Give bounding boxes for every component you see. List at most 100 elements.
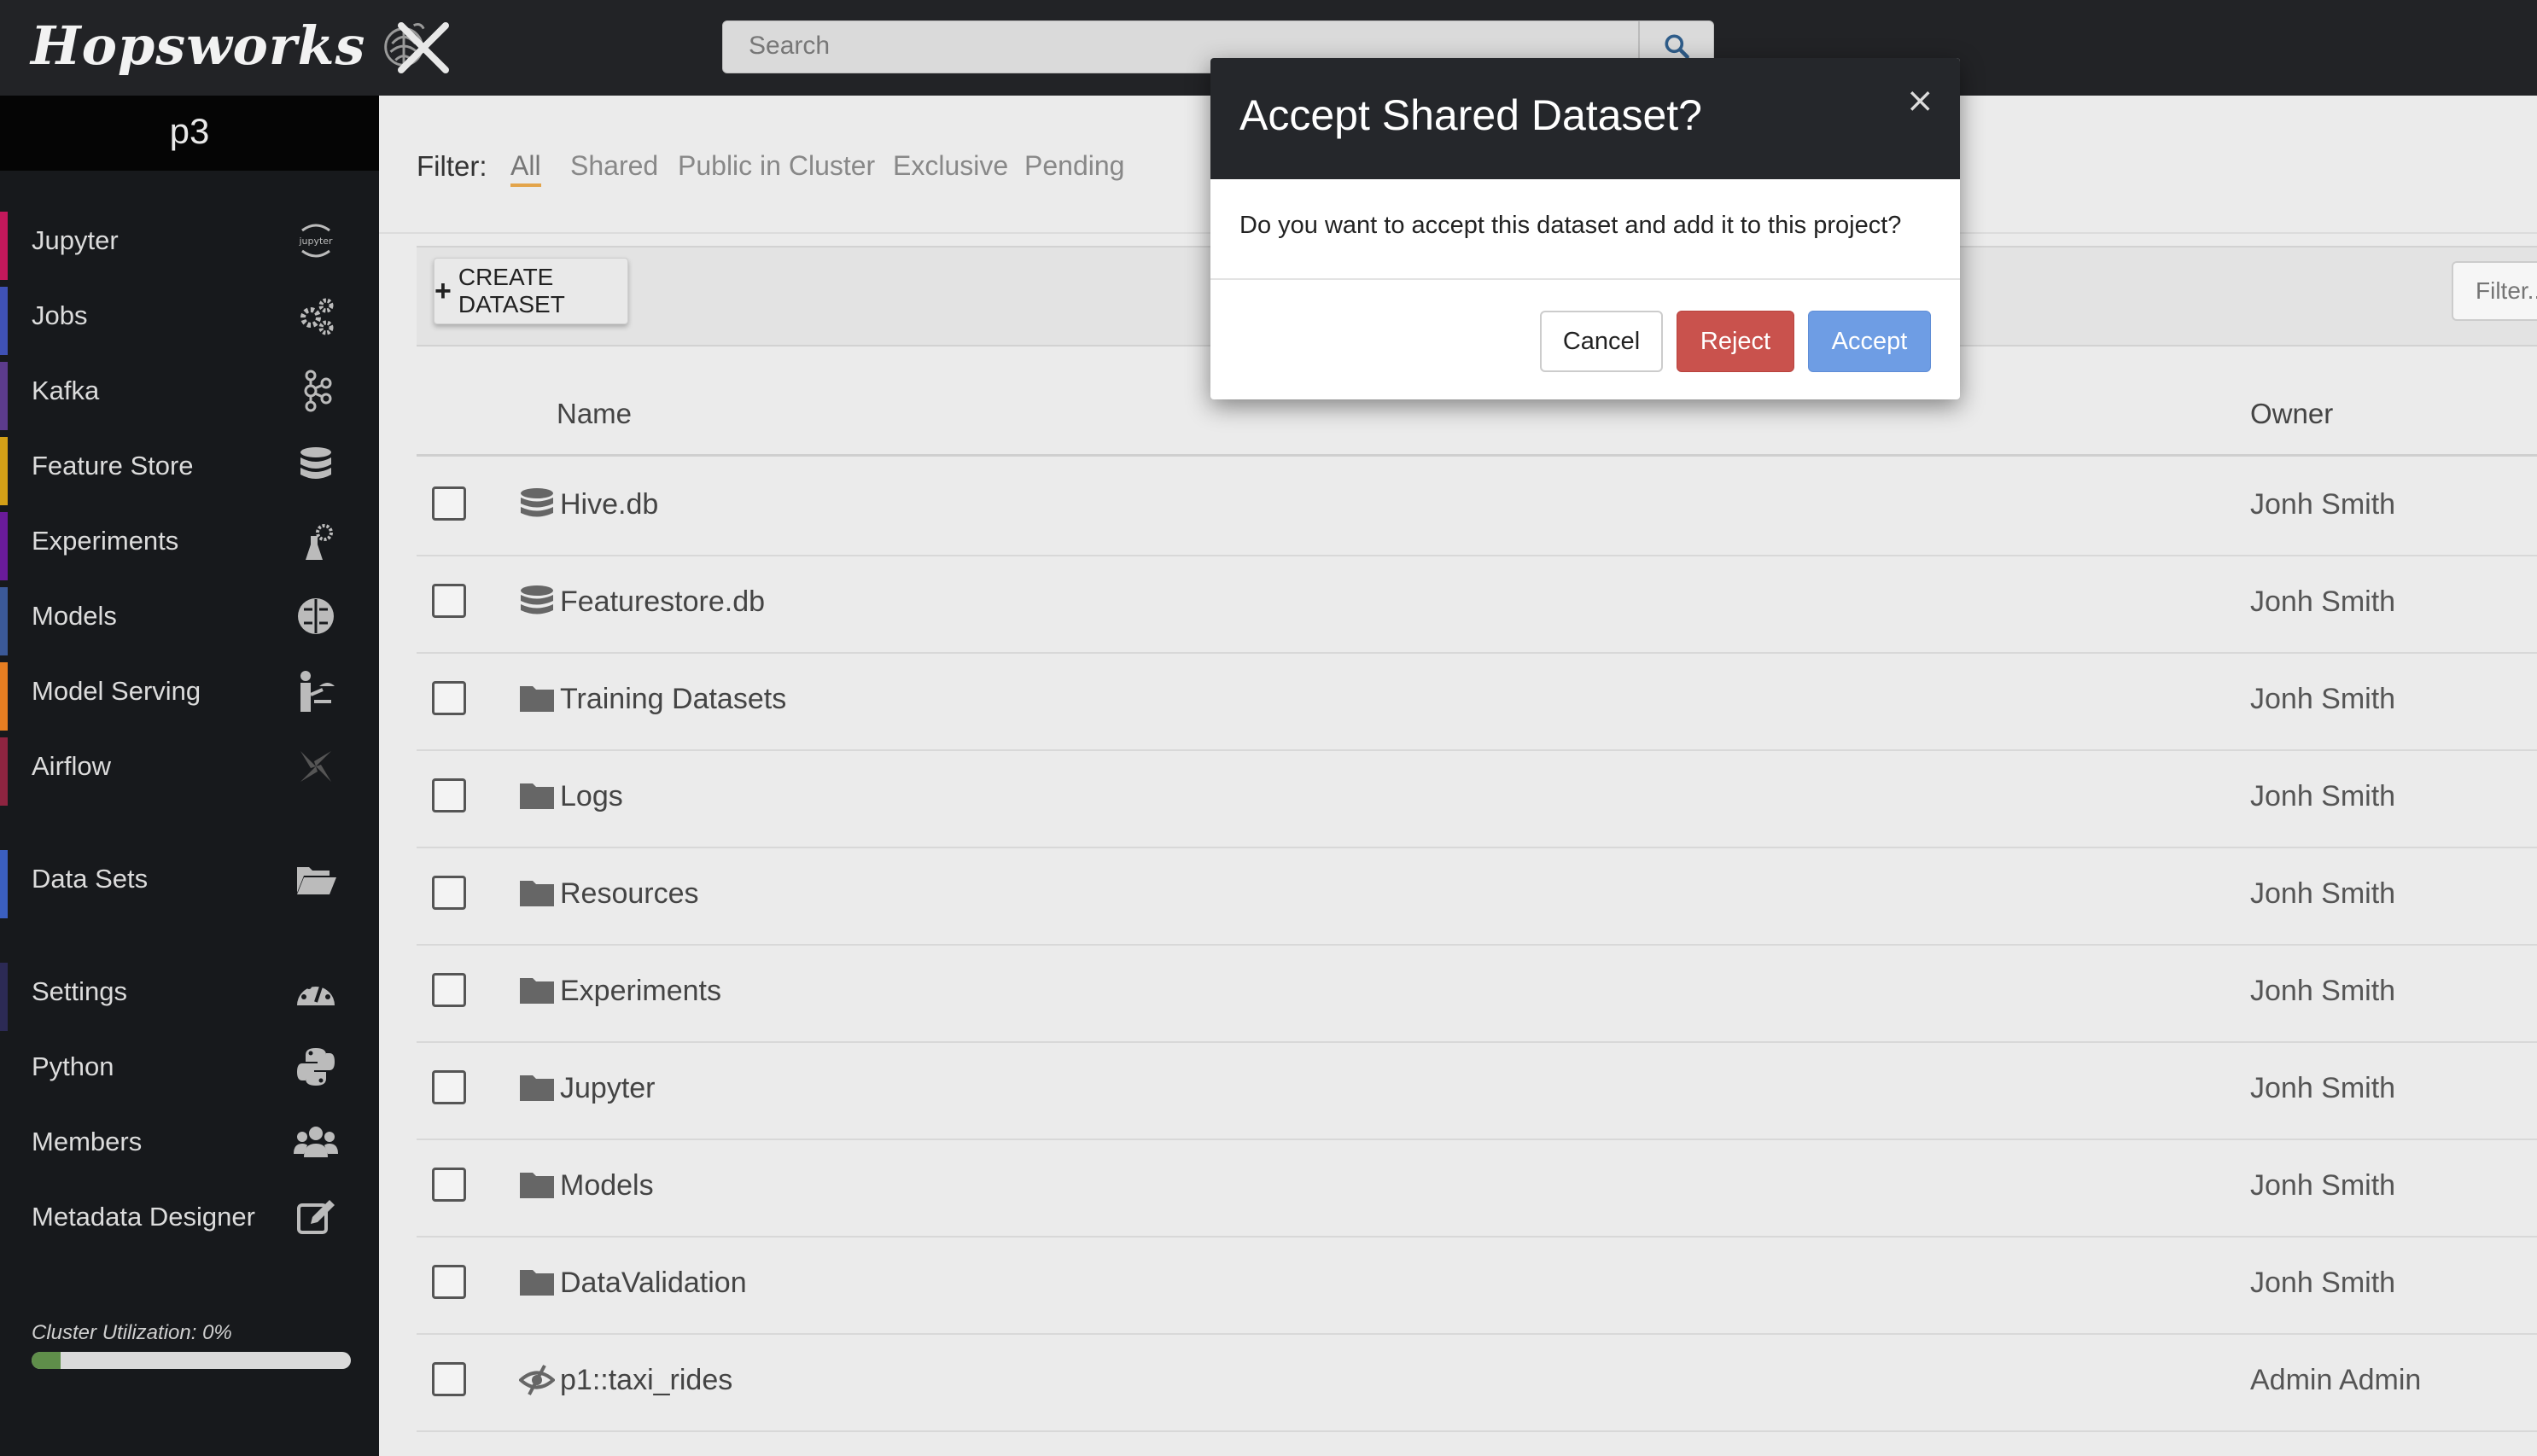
create-dataset-button[interactable]: + CREATE DATASET xyxy=(434,258,628,324)
table-row[interactable]: Jupyter Jonh Smith xyxy=(417,1041,2537,1140)
sidebar-item-jupyter[interactable]: Jupyter jupyter xyxy=(0,208,379,280)
project-name[interactable]: p3 xyxy=(0,96,379,171)
row-checkbox[interactable] xyxy=(432,778,466,812)
sidebar-item-metadata-designer[interactable]: Metadata Designer xyxy=(0,1185,379,1256)
svg-text:jupyter: jupyter xyxy=(298,236,333,247)
table-row[interactable]: Training Datasets Jonh Smith xyxy=(417,652,2537,751)
row-checkbox[interactable] xyxy=(432,1070,466,1104)
sidebar-item-kafka[interactable]: Kafka xyxy=(0,358,379,430)
users-icon xyxy=(290,1116,341,1168)
table-row[interactable]: Experiments Jonh Smith xyxy=(417,944,2537,1043)
filter-public-in-cluster[interactable]: Public in Cluster xyxy=(678,150,875,182)
sidebar-item-models[interactable]: Models xyxy=(0,584,379,655)
folder-open-icon xyxy=(290,853,341,905)
close-icon[interactable]: × xyxy=(1905,84,1934,118)
cancel-button[interactable]: Cancel xyxy=(1540,311,1663,372)
folder-icon xyxy=(520,978,554,1004)
cluster-utilization-bar xyxy=(32,1352,351,1369)
filter-exclusive[interactable]: Exclusive xyxy=(893,150,1008,182)
sidebar-item-python[interactable]: Python xyxy=(0,1034,379,1106)
sidebar-item-label: Members xyxy=(32,1127,143,1156)
dataset-owner: Admin Admin xyxy=(2250,1364,2422,1396)
sidebar-item-label: Metadata Designer xyxy=(32,1202,255,1232)
row-checkbox[interactable] xyxy=(432,584,466,618)
sidebar-item-airflow[interactable]: Airflow xyxy=(0,734,379,806)
row-checkbox[interactable] xyxy=(432,973,466,1007)
accent-bar xyxy=(0,662,8,731)
accent-bar xyxy=(0,1038,8,1106)
dataset-name[interactable]: Logs xyxy=(560,780,623,813)
dataset-name[interactable]: p1::taxi_rides xyxy=(560,1364,732,1397)
table-row[interactable]: Resources Jonh Smith xyxy=(417,847,2537,946)
sidebar-item-label: Model Serving xyxy=(32,676,201,706)
table-row[interactable]: Hive.db Jonh Smith xyxy=(417,457,2537,556)
row-checkbox[interactable] xyxy=(432,681,466,715)
dataset-name[interactable]: Models xyxy=(560,1169,654,1203)
filter-input[interactable] xyxy=(2452,261,2537,321)
table-row[interactable]: Logs Jonh Smith xyxy=(417,749,2537,848)
accent-bar xyxy=(0,287,8,355)
dataset-name[interactable]: Resources xyxy=(560,877,699,911)
modal-message: Do you want to accept this dataset and a… xyxy=(1239,212,1902,239)
accent-bar xyxy=(0,963,8,1031)
row-checkbox[interactable] xyxy=(432,1168,466,1202)
folder-icon xyxy=(520,1075,554,1101)
sidebar-item-label: Airflow xyxy=(32,751,112,781)
column-header-name[interactable]: Name xyxy=(557,398,632,430)
filter-pending[interactable]: Pending xyxy=(1024,150,1124,182)
sidebar-item-feature-store[interactable]: Feature Store xyxy=(0,434,379,505)
folder-icon xyxy=(520,783,554,809)
sidebar-item-experiments[interactable]: Experiments xyxy=(0,509,379,580)
reject-button[interactable]: Reject xyxy=(1677,311,1794,372)
sidebar-item-data-sets[interactable]: Data Sets xyxy=(0,847,379,918)
sidebar-item-jobs[interactable]: Jobs xyxy=(0,283,379,355)
app-name: Hopsworks xyxy=(31,14,366,77)
table-row[interactable]: DataValidation Jonh Smith xyxy=(417,1236,2537,1335)
dataset-name[interactable]: DataValidation xyxy=(560,1267,747,1300)
close-menu-icon[interactable] xyxy=(394,19,452,77)
accept-button[interactable]: Accept xyxy=(1808,311,1931,372)
row-checkbox[interactable] xyxy=(432,876,466,910)
sidebar-item-model-serving[interactable]: Model Serving xyxy=(0,659,379,731)
dataset-owner: Jonh Smith xyxy=(2250,683,2396,715)
table-row[interactable]: p1::taxi_rides Admin Admin xyxy=(417,1333,2537,1432)
accept-shared-dataset-modal: Accept Shared Dataset? × Do you want to … xyxy=(1210,58,1960,399)
modal-header: Accept Shared Dataset? × xyxy=(1210,58,1960,179)
gears-icon xyxy=(290,290,341,341)
serving-icon xyxy=(290,666,341,717)
modal-footer: Cancel Reject Accept xyxy=(1210,280,1960,399)
sidebar-item-members[interactable]: Members xyxy=(0,1109,379,1181)
accent-bar xyxy=(0,850,8,918)
dataset-name[interactable]: Experiments xyxy=(560,975,721,1008)
sidebar-item-settings[interactable]: Settings xyxy=(0,959,379,1031)
filter-label: Filter: xyxy=(417,150,487,182)
cluster-utilization-fill xyxy=(32,1352,61,1369)
dataset-name[interactable]: Jupyter xyxy=(560,1072,656,1105)
table-row[interactable]: Featurestore.db Jonh Smith xyxy=(417,555,2537,654)
folder-icon xyxy=(520,881,554,906)
modal-body: Do you want to accept this dataset and a… xyxy=(1210,179,1960,280)
sidebar-item-label: Jupyter xyxy=(32,225,119,255)
table-row[interactable]: Models Jonh Smith xyxy=(417,1139,2537,1238)
dataset-owner: Jonh Smith xyxy=(2250,877,2396,910)
hopsworks-logo[interactable]: Hopsworks xyxy=(31,14,430,77)
dataset-name[interactable]: Hive.db xyxy=(560,488,658,521)
accent-bar xyxy=(0,1188,8,1256)
dataset-owner: Jonh Smith xyxy=(2250,1072,2396,1104)
dataset-owner: Jonh Smith xyxy=(2250,488,2396,521)
row-checkbox[interactable] xyxy=(432,1265,466,1299)
row-checkbox[interactable] xyxy=(432,1362,466,1396)
filter-all[interactable]: All xyxy=(510,150,541,187)
dataset-name[interactable]: Featurestore.db xyxy=(560,585,765,619)
sidebar-item-label: Feature Store xyxy=(32,451,194,480)
python-icon xyxy=(290,1041,341,1092)
flask-icon xyxy=(290,515,341,567)
folder-icon xyxy=(520,686,554,712)
dataset-name[interactable]: Training Datasets xyxy=(560,683,786,716)
column-header-owner[interactable]: Owner xyxy=(2250,398,2333,430)
filter-shared[interactable]: Shared xyxy=(570,150,658,182)
row-checkbox[interactable] xyxy=(432,486,466,521)
dashboard-icon xyxy=(290,966,341,1017)
sidebar: p3 Jupyter jupyter Jobs Kafka Feature St… xyxy=(0,96,379,1456)
cluster-utilization-label: Cluster Utilization: 0% xyxy=(32,1321,232,1344)
